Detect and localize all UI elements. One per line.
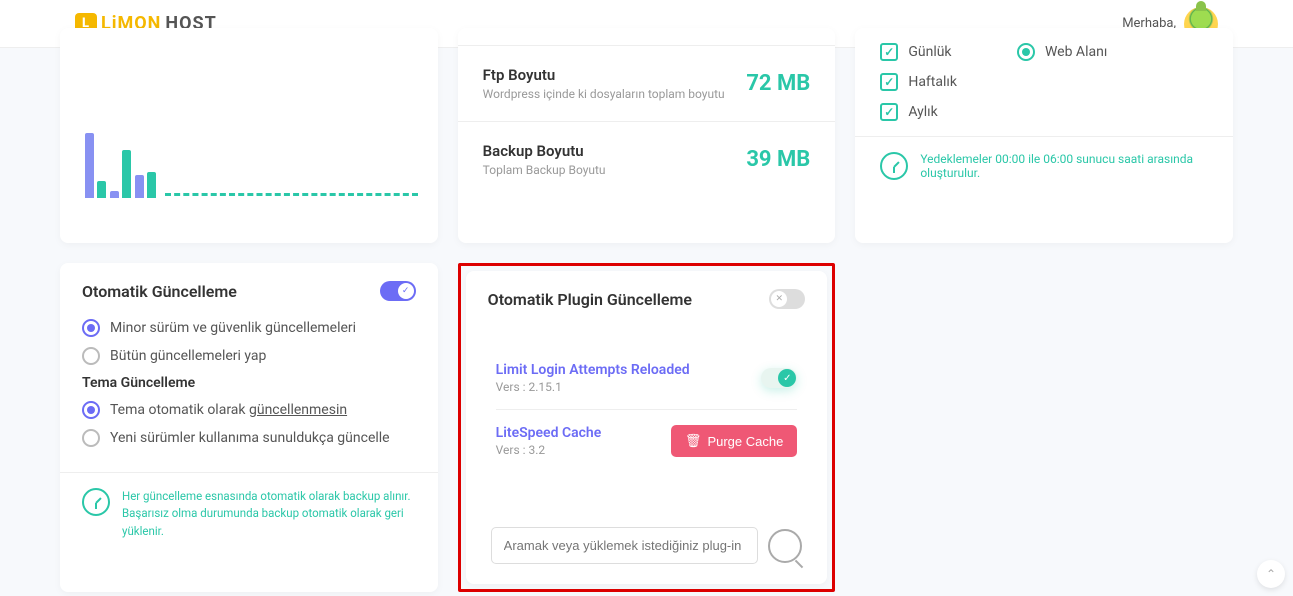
chart-bar [122,150,131,198]
backup-info-text: Yedeklemeler 00:00 ile 06:00 sunucu saat… [920,152,1208,180]
plugin-search-input[interactable] [491,527,759,564]
web-space-radio[interactable]: Web Alanı [1017,43,1107,61]
radio-icon [1017,43,1035,61]
web-space-label: Web Alanı [1045,44,1107,60]
theme-auto-update-label: Yeni sürümler kullanıma sunuldukça günce… [110,430,390,446]
ftp-size-title: Ftp Boyutu [483,66,725,84]
monthly-checkbox[interactable]: ✓ Aylık [880,103,957,121]
auto-update-title: Otomatik Güncelleme [82,282,237,301]
auto-update-card: Otomatik Güncelleme Minor sürüm ve güven… [60,263,438,592]
chart-bar [147,172,156,198]
auto-update-toggle[interactable] [380,281,416,301]
plugin-name[interactable]: LiteSpeed Cache [496,425,602,441]
ftp-size-sub: Wordpress içinde ki dosyaların toplam bo… [483,87,725,101]
daily-label: Günlük [908,44,951,60]
weekly-checkbox[interactable]: ✓ Haftalık [880,73,957,91]
plugin-row: LiteSpeed Cache Vers : 3.2 🗑 Purge Cache [496,410,798,472]
chart-bar [97,181,106,198]
backup-size-value: 39 MB [746,147,810,172]
ftp-size-value: 72 MB [746,71,810,96]
auto-update-info-text: Her güncelleme esnasında otomatik olarak… [122,488,416,540]
theme-no-update-label: Tema otomatik olarak güncellenmesin [110,402,347,418]
checkbox-icon: ✓ [880,103,898,121]
usage-chart-card [60,28,438,243]
toggle-knob-icon [771,291,787,307]
backup-size-title: Backup Boyutu [483,142,606,160]
plugin-card-highlight: Otomatik Plugin Güncelleme Limit Login A… [458,263,836,592]
theme-auto-update-radio[interactable]: Yeni sürümler kullanıma sunuldukça günce… [82,429,416,447]
minor-updates-label: Minor sürüm ve güvenlik güncellemeleri [110,320,356,336]
backup-schedule-card: ✓ Günlük ✓ Haftalık ✓ Aylık Web Alanı [855,28,1233,243]
plugin-enable-toggle[interactable]: ✓ [761,368,797,388]
backup-info-footer: Yedeklemeler 00:00 ile 06:00 sunucu saat… [855,136,1233,195]
radio-icon [82,429,100,447]
sizes-card: Ftp Boyutu Wordpress içinde ki dosyaları… [458,28,836,243]
theme-no-update-radio[interactable]: Tema otomatik olarak güncellenmesin [82,401,416,419]
weekly-label: Haftalık [908,74,957,90]
backup-size-row: Backup Boyutu Toplam Backup Boyutu 39 MB [458,122,836,197]
clock-icon [82,488,110,516]
radio-icon [82,347,100,365]
all-updates-radio[interactable]: Bütün güncellemeleri yap [82,347,416,365]
radio-icon [82,319,100,337]
purge-cache-label: Purge Cache [707,434,783,449]
checkbox-icon: ✓ [880,73,898,91]
scroll-to-top-button[interactable]: ⌃ [1257,560,1285,588]
plugin-version: Vers : 3.2 [496,443,602,457]
all-updates-label: Bütün güncellemeleri yap [110,348,266,364]
monthly-label: Aylık [908,104,937,120]
plugin-update-card: Otomatik Plugin Güncelleme Limit Login A… [466,271,828,584]
minor-updates-radio[interactable]: Minor sürüm ve güvenlik güncellemeleri [82,319,416,337]
ftp-size-row: Ftp Boyutu Wordpress içinde ki dosyaları… [458,46,836,122]
theme-update-title: Tema Güncelleme [82,375,416,391]
chart-baseline [165,193,418,196]
plugin-row: Limit Login Attempts Reloaded Vers : 2.1… [496,347,798,410]
clock-icon [880,152,908,180]
trash-icon: 🗑 [685,433,702,449]
search-icon[interactable] [768,529,802,563]
daily-checkbox[interactable]: ✓ Günlük [880,43,957,61]
auto-update-footer: Her güncelleme esnasında otomatik olarak… [60,472,438,555]
chart-bar [110,191,119,198]
purge-cache-button[interactable]: 🗑 Purge Cache [671,425,797,457]
usage-bar-chart [80,98,418,198]
backup-size-sub: Toplam Backup Boyutu [483,163,606,177]
check-icon: ✓ [778,369,796,387]
chart-bar [135,175,144,198]
plugin-version: Vers : 2.15.1 [496,380,690,394]
chart-bar [85,133,94,198]
checkbox-icon: ✓ [880,43,898,61]
toggle-knob-icon [398,283,414,299]
radio-icon [82,401,100,419]
plugin-name[interactable]: Limit Login Attempts Reloaded [496,362,690,378]
plugin-update-title: Otomatik Plugin Güncelleme [488,290,692,309]
plugin-update-toggle[interactable] [769,289,805,309]
